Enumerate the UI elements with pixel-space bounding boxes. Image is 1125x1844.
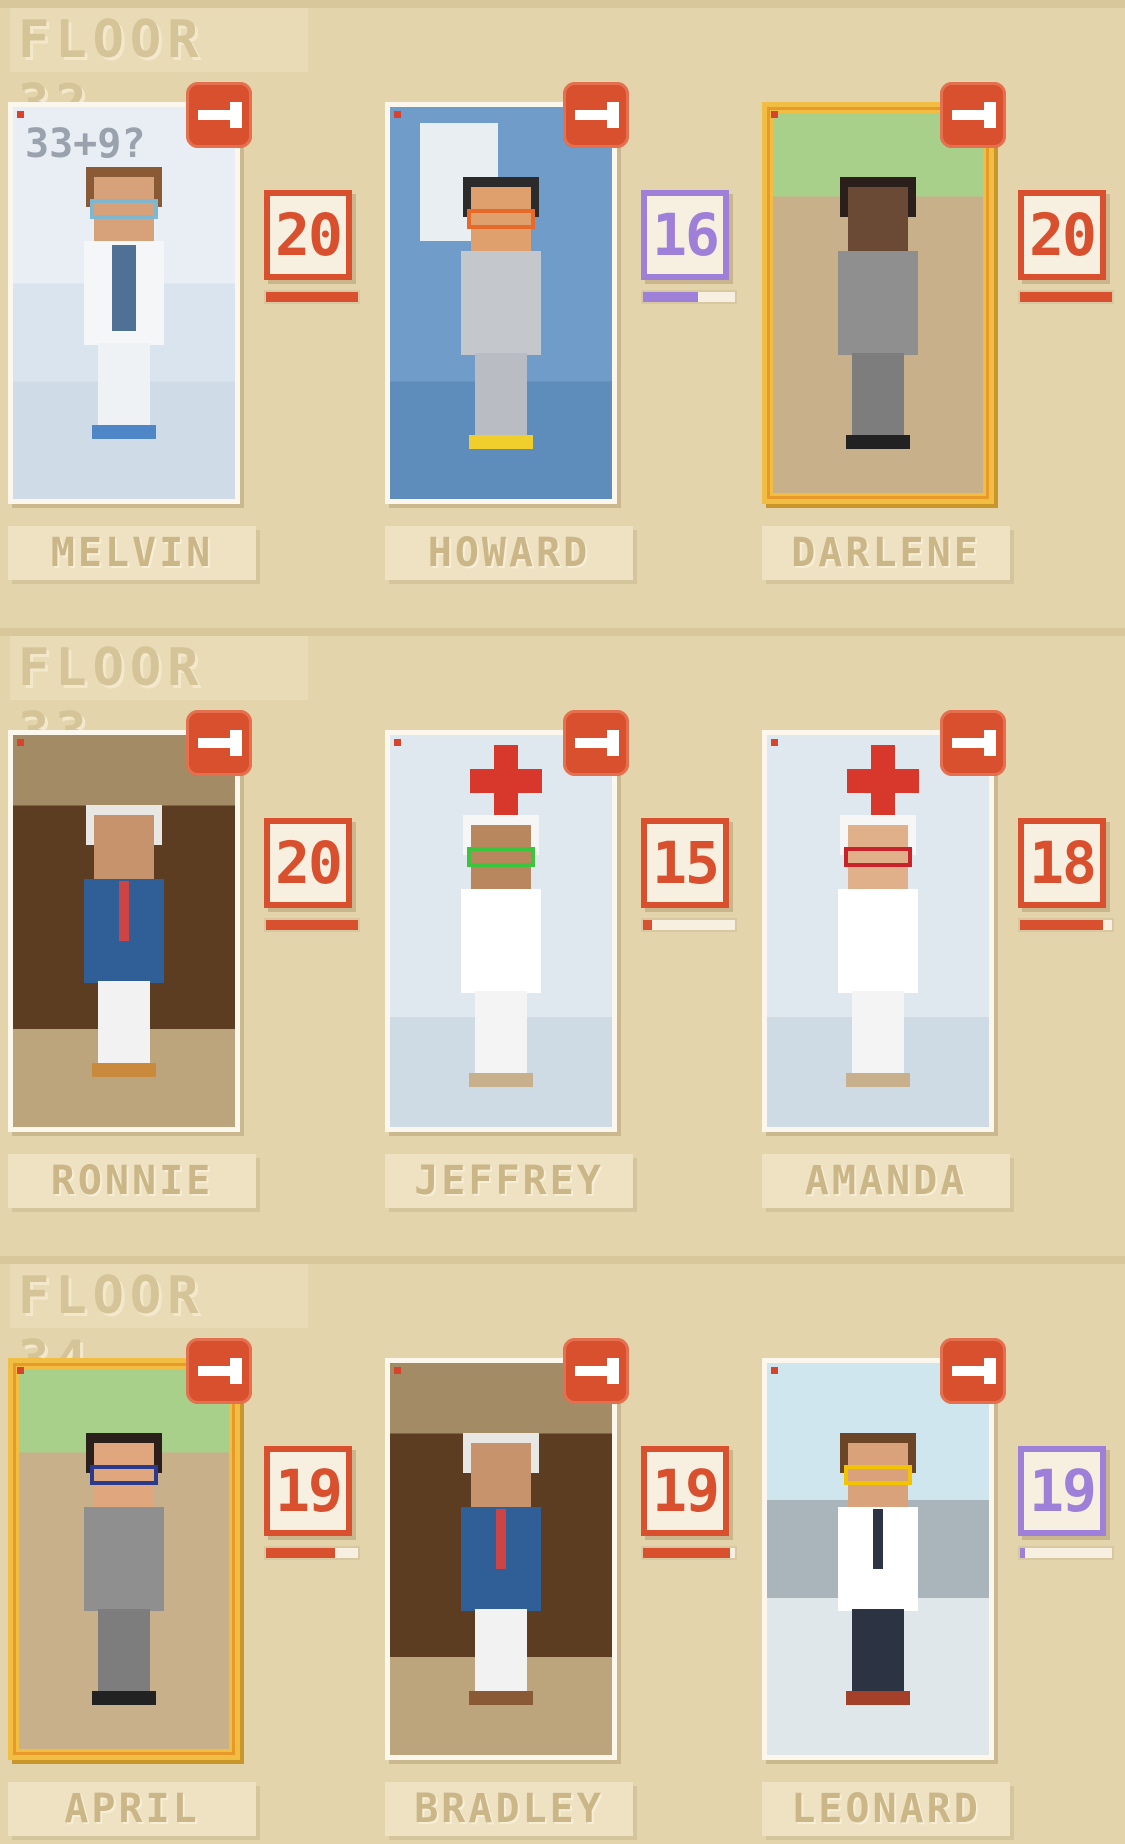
progress-fill bbox=[1020, 920, 1103, 930]
tenant-name: LEONARD bbox=[762, 1782, 1010, 1836]
tenant-card[interactable] bbox=[762, 730, 994, 1132]
level-badge: 18 bbox=[1018, 818, 1106, 908]
tenant-sprite bbox=[818, 177, 938, 457]
tenant-card[interactable] bbox=[385, 730, 617, 1132]
wrench-icon[interactable] bbox=[563, 1338, 629, 1404]
wrench-icon[interactable] bbox=[940, 710, 1006, 776]
progress-fill bbox=[266, 1548, 335, 1558]
progress-bar bbox=[1018, 290, 1114, 304]
card-corner-marker bbox=[394, 739, 401, 746]
tenant-card[interactable] bbox=[8, 730, 240, 1132]
progress-fill bbox=[266, 920, 358, 930]
tenant-name: MELVIN bbox=[8, 526, 256, 580]
wrench-icon[interactable] bbox=[186, 82, 252, 148]
progress-bar bbox=[641, 1546, 737, 1560]
whiteboard-equation: 33+9? bbox=[25, 121, 146, 167]
card-corner-marker bbox=[17, 1367, 24, 1374]
tenant-sprite bbox=[818, 1433, 938, 1713]
progress-bar bbox=[264, 290, 360, 304]
card-corner-marker bbox=[771, 1367, 778, 1374]
level-badge: 19 bbox=[264, 1446, 352, 1536]
card-corner-marker bbox=[17, 111, 24, 118]
red-cross-icon bbox=[847, 745, 919, 817]
progress-bar bbox=[1018, 1546, 1114, 1560]
tenant-sprite bbox=[441, 1433, 561, 1713]
tenant-sprite bbox=[64, 167, 184, 447]
tenant-name: APRIL bbox=[8, 1782, 256, 1836]
tenant-slot-ronnie[interactable]: 20 RONNIE bbox=[8, 710, 388, 1220]
progress-bar bbox=[264, 1546, 360, 1560]
tenant-slot-jeffrey[interactable]: 15 JEFFREY bbox=[385, 710, 765, 1220]
tenant-sprite bbox=[64, 1433, 184, 1713]
tenant-slot-april[interactable]: 19 APRIL bbox=[8, 1338, 388, 1844]
level-badge: 20 bbox=[264, 818, 352, 908]
progress-fill bbox=[643, 292, 699, 302]
level-badge: 15 bbox=[641, 818, 729, 908]
wrench-icon[interactable] bbox=[563, 710, 629, 776]
tenant-slot-leonard[interactable]: 19 LEONARD bbox=[762, 1338, 1125, 1844]
card-corner-marker bbox=[394, 1367, 401, 1374]
floor-33: FLOOR 33 20 RONNIE bbox=[0, 628, 1125, 1256]
tenant-slot-amanda[interactable]: 18 AMANDA bbox=[762, 710, 1125, 1220]
level-badge: 20 bbox=[264, 190, 352, 280]
progress-fill bbox=[643, 1548, 731, 1558]
tenant-sprite bbox=[441, 177, 561, 457]
progress-bar bbox=[641, 290, 737, 304]
progress-fill bbox=[1020, 1548, 1025, 1558]
floor-34: FLOOR 34 19 APRIL bbox=[0, 1256, 1125, 1844]
tenant-slot-darlene[interactable]: 20 DARLENE bbox=[762, 82, 1125, 592]
tenant-name: RONNIE bbox=[8, 1154, 256, 1208]
level-badge: 19 bbox=[641, 1446, 729, 1536]
tenant-name: DARLENE bbox=[762, 526, 1010, 580]
tenant-card[interactable] bbox=[762, 102, 994, 504]
progress-fill bbox=[1020, 292, 1112, 302]
floor-title: FLOOR 32 bbox=[10, 8, 308, 134]
level-badge: 16 bbox=[641, 190, 729, 280]
red-cross-icon bbox=[470, 745, 542, 817]
tenant-card[interactable] bbox=[8, 1358, 240, 1760]
tenant-name: JEFFREY bbox=[385, 1154, 633, 1208]
wrench-icon[interactable] bbox=[940, 1338, 1006, 1404]
card-corner-marker bbox=[394, 111, 401, 118]
tower-floors-screen: FLOOR 32 33+9? 20 MELVIN bbox=[0, 0, 1125, 1844]
tenant-sprite bbox=[818, 815, 938, 1095]
floor-32: FLOOR 32 33+9? 20 MELVIN bbox=[0, 0, 1125, 628]
tenant-sprite bbox=[64, 805, 184, 1085]
progress-bar bbox=[641, 918, 737, 932]
tenant-name: AMANDA bbox=[762, 1154, 1010, 1208]
tenant-card[interactable] bbox=[385, 102, 617, 504]
tenant-slot-howard[interactable]: 16 HOWARD bbox=[385, 82, 765, 592]
wrench-icon[interactable] bbox=[563, 82, 629, 148]
tenant-sprite bbox=[441, 815, 561, 1095]
tenant-slot-bradley[interactable]: 19 BRADLEY bbox=[385, 1338, 765, 1844]
tenant-name: HOWARD bbox=[385, 526, 633, 580]
tenant-card[interactable]: 33+9? bbox=[8, 102, 240, 504]
tenant-name: BRADLEY bbox=[385, 1782, 633, 1836]
card-corner-marker bbox=[771, 739, 778, 746]
card-corner-marker bbox=[771, 111, 778, 118]
progress-bar bbox=[1018, 918, 1114, 932]
progress-bar bbox=[264, 918, 360, 932]
wrench-icon[interactable] bbox=[186, 1338, 252, 1404]
wrench-icon[interactable] bbox=[186, 710, 252, 776]
progress-fill bbox=[643, 920, 653, 930]
tenant-card[interactable] bbox=[762, 1358, 994, 1760]
floor-title: FLOOR 33 bbox=[10, 636, 308, 762]
level-badge: 20 bbox=[1018, 190, 1106, 280]
tenant-slot-melvin[interactable]: 33+9? 20 MELVIN bbox=[8, 82, 388, 592]
tenant-card[interactable] bbox=[385, 1358, 617, 1760]
wrench-icon[interactable] bbox=[940, 82, 1006, 148]
card-corner-marker bbox=[17, 739, 24, 746]
floor-title: FLOOR 34 bbox=[10, 1264, 308, 1390]
level-badge: 19 bbox=[1018, 1446, 1106, 1536]
progress-fill bbox=[266, 292, 358, 302]
